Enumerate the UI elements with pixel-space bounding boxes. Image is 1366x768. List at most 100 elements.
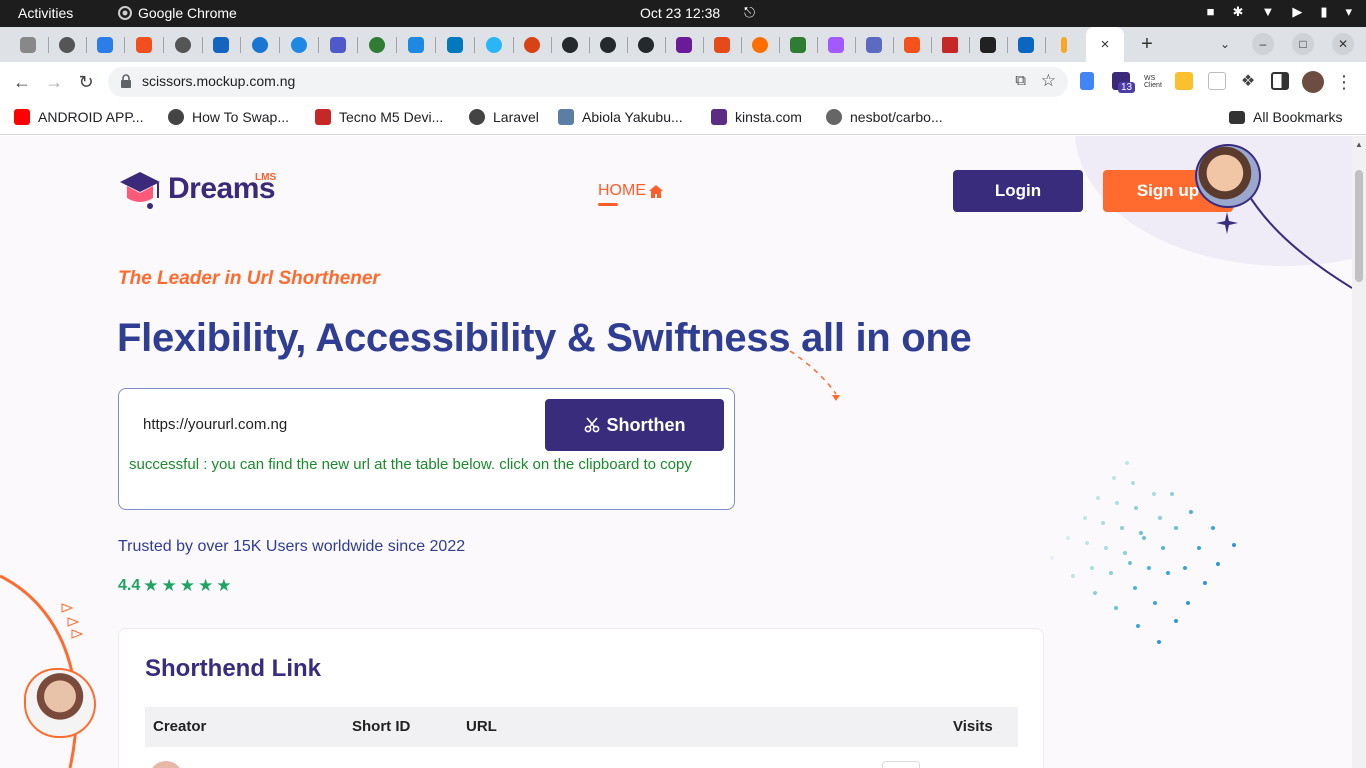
- tab-favicon[interactable]: [281, 31, 317, 59]
- bookmark-item[interactable]: Tecno M5 Devi...: [315, 109, 443, 125]
- github-icon: [826, 109, 842, 125]
- tab-favicon[interactable]: [476, 31, 512, 59]
- activities-button[interactable]: Activities: [18, 5, 73, 21]
- extension-icon[interactable]: [1208, 72, 1226, 90]
- bookmark-item[interactable]: nesbot/carbo...: [826, 109, 943, 125]
- address-bar[interactable]: scissors.mockup.com.ng ⧉ ☆: [108, 67, 1068, 97]
- tab-favicon-trello[interactable]: [437, 31, 473, 59]
- extension-icon[interactable]: [1080, 72, 1094, 90]
- volume-icon: ▶: [1292, 4, 1303, 19]
- tab-favicon[interactable]: [165, 31, 201, 59]
- tab-favicon[interactable]: [10, 31, 46, 59]
- column-header-creator: Creator: [153, 718, 207, 735]
- decorative-avatar-left: [24, 668, 96, 738]
- tab-favicon[interactable]: [742, 31, 778, 59]
- folder-icon: [1229, 110, 1245, 124]
- success-message: successful : you can find the new url at…: [129, 456, 692, 473]
- tab-favicon[interactable]: [359, 31, 395, 59]
- profile-avatar[interactable]: [1302, 71, 1324, 93]
- app-menu[interactable]: Google Chrome: [118, 5, 237, 21]
- star-icon: ★: [143, 576, 159, 595]
- new-tab-button[interactable]: +: [1136, 31, 1158, 57]
- globe-icon: [469, 109, 485, 125]
- all-bookmarks-folder[interactable]: All Bookmarks: [1229, 109, 1342, 125]
- tab-favicon-linkedin[interactable]: [1008, 31, 1044, 59]
- tab-favicon-github[interactable]: [628, 31, 664, 59]
- active-nav-indicator: [598, 203, 618, 206]
- sparkle-icon: [1216, 212, 1238, 234]
- shorten-button[interactable]: Shorthen: [545, 399, 724, 451]
- minimize-button[interactable]: –: [1252, 33, 1274, 55]
- nav-home-link[interactable]: HOME: [598, 182, 646, 200]
- puzzle-icon[interactable]: ❖: [1236, 70, 1260, 94]
- close-window-button[interactable]: ✕: [1332, 33, 1354, 55]
- wifi-icon: ▼: [1261, 4, 1275, 19]
- bookmark-item[interactable]: How To Swap...: [168, 109, 289, 125]
- ws-client-icon[interactable]: WS Client: [1144, 75, 1162, 89]
- scroll-thumb[interactable]: [1355, 170, 1363, 282]
- tab-favicon[interactable]: [514, 31, 550, 59]
- tab-favicon[interactable]: [856, 31, 892, 59]
- table-title: Shorthend Link: [145, 655, 321, 682]
- tab-favicon-figma[interactable]: [126, 31, 162, 59]
- tab-favicon[interactable]: [970, 31, 1006, 59]
- tab-favicon[interactable]: [666, 31, 702, 59]
- tab-favicon[interactable]: [398, 31, 434, 59]
- power-menu-icon: ▾: [1345, 4, 1352, 19]
- tab-favicon-github[interactable]: [552, 31, 588, 59]
- site-icon: [315, 109, 331, 125]
- tab-favicon[interactable]: [780, 31, 816, 59]
- forward-icon[interactable]: →: [42, 70, 66, 94]
- tab-favicon-figma[interactable]: [818, 31, 854, 59]
- chrome-icon: [118, 6, 132, 20]
- tab-favicon[interactable]: [704, 31, 740, 59]
- page-scrollbar[interactable]: ▲: [1352, 136, 1366, 768]
- tab-search-icon[interactable]: ⌄: [1214, 33, 1236, 55]
- extension-badge: 13: [1118, 82, 1136, 93]
- side-panel-icon[interactable]: [1271, 72, 1289, 90]
- tab-strip: × + ⌄ – □ ✕: [0, 27, 1366, 62]
- brand-badge: LMS: [255, 172, 277, 183]
- active-tab[interactable]: ×: [1086, 27, 1124, 62]
- slack-icon: ✱: [1232, 4, 1244, 19]
- tab-favicon[interactable]: [87, 31, 123, 59]
- bookmark-item[interactable]: ANDROID APP...: [14, 109, 144, 125]
- links-table-card: Shorthend Link Creator Short ID URL Visi…: [118, 628, 1044, 768]
- url-text: scissors.mockup.com.ng: [142, 73, 296, 89]
- star-icon: ★: [198, 576, 214, 595]
- tab-favicon[interactable]: [242, 31, 278, 59]
- bookmark-star-icon[interactable]: ☆: [1041, 71, 1056, 91]
- hero-tagline: The Leader in Url Shorthener: [118, 268, 380, 289]
- star-icon: ★: [179, 576, 195, 595]
- close-tab-icon[interactable]: ×: [1101, 36, 1110, 53]
- scroll-up-icon[interactable]: ▲: [1355, 140, 1363, 149]
- page-viewport: Dreams LMS HOME Login Sign up The Leader…: [0, 136, 1352, 768]
- tab-favicon-vercel[interactable]: [203, 31, 239, 59]
- tab-favicon-teams[interactable]: [320, 31, 356, 59]
- clock[interactable]: Oct 23 12:38: [640, 5, 720, 21]
- tab-favicon-github[interactable]: [590, 31, 626, 59]
- tab-favicon[interactable]: [1046, 31, 1082, 59]
- tab-favicon[interactable]: [49, 31, 85, 59]
- bookmark-item[interactable]: Abiola Yakubu...: [558, 109, 683, 125]
- maximize-button[interactable]: □: [1292, 33, 1314, 55]
- tab-favicon[interactable]: [932, 31, 968, 59]
- kinsta-icon: [711, 109, 727, 125]
- reload-icon[interactable]: ↻: [74, 70, 98, 94]
- shorten-button-label: Shorthen: [606, 414, 686, 435]
- back-icon[interactable]: ←: [10, 70, 34, 94]
- copy-button[interactable]: [882, 761, 920, 768]
- url-input[interactable]: [143, 409, 533, 439]
- system-tray[interactable]: ■ ✱ ▼ ▶ ▮ ▾: [1207, 4, 1352, 20]
- youtube-icon: [14, 109, 30, 125]
- share-icon[interactable]: ⧉: [1015, 72, 1026, 89]
- lock-icon: [121, 74, 131, 88]
- tab-favicon[interactable]: [894, 31, 930, 59]
- menu-kebab-icon[interactable]: ⋮: [1332, 70, 1356, 94]
- extension-icon[interactable]: [1175, 72, 1193, 90]
- login-button[interactable]: Login: [953, 170, 1083, 212]
- bookmark-item[interactable]: kinsta.com: [711, 109, 802, 125]
- bell-icon: ⎋: [744, 4, 756, 20]
- home-icon: [649, 185, 663, 198]
- bookmark-item[interactable]: Laravel: [469, 109, 539, 125]
